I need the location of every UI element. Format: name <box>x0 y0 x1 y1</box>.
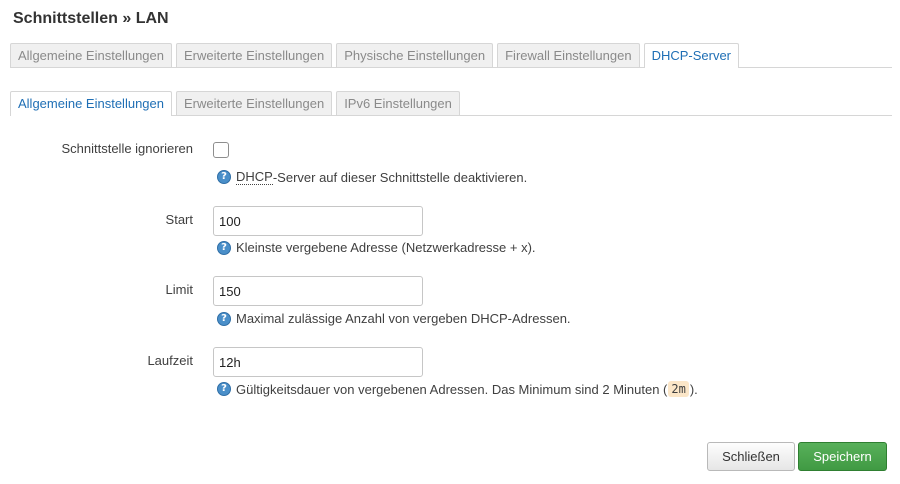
close-button[interactable]: Schließen <box>707 442 795 471</box>
leasetime-minimum-code: 2m <box>668 381 689 397</box>
help-icon: ? <box>217 382 231 396</box>
ignore-interface-hint-text: -Server auf dieser Schnittstelle deaktiv… <box>272 169 528 185</box>
save-button[interactable]: Speichern <box>798 442 887 471</box>
limit-hint: ? Maximal zulässige Anzahl von vergeben … <box>217 311 571 326</box>
ignore-interface-checkbox[interactable] <box>213 142 229 158</box>
leasetime-hint-end: ). <box>689 381 698 397</box>
dialog-title: Schnittstellen » LAN <box>13 10 169 27</box>
subtab-advanced-settings[interactable]: Erweiterte Einstellungen <box>175 91 333 115</box>
tab-dhcp-server[interactable]: DHCP-Server <box>643 43 740 68</box>
leasetime-input[interactable] <box>213 347 423 377</box>
help-icon: ? <box>217 170 231 184</box>
subtab-general-settings[interactable]: Allgemeine Einstellungen <box>10 91 172 116</box>
start-hint: ? Kleinste vergebene Adresse (Netzwerkad… <box>217 240 536 255</box>
limit-input[interactable] <box>213 276 423 306</box>
start-hint-text: Kleinste vergebene Adresse (Netzwerkadre… <box>236 240 536 255</box>
tab-advanced-settings[interactable]: Erweiterte Einstellungen <box>175 43 333 67</box>
start-input[interactable] <box>213 206 423 236</box>
ignore-interface-hint: ? DHCP -Server auf dieser Schnittstelle d… <box>217 169 527 185</box>
leasetime-hint: ? Gültigkeitsdauer von vergebenen Adress… <box>217 381 698 397</box>
help-icon: ? <box>217 240 231 255</box>
sub-tab-bar: Allgemeine Einstellungen Erweiterte Eins… <box>10 90 892 116</box>
main-tab-bar: Allgemeine Einstellungen Erweiterte Eins… <box>10 42 892 68</box>
start-label: Start <box>165 212 193 227</box>
limit-label: Limit <box>165 282 193 297</box>
tab-physical-settings[interactable]: Physische Einstellungen <box>336 43 494 67</box>
leasetime-hint-text: Gültigkeitsdauer von vergebenen Adressen… <box>236 381 668 397</box>
help-icon: ? <box>217 311 231 326</box>
dhcp-abbreviation: DHCP <box>236 169 273 185</box>
tab-general-settings[interactable]: Allgemeine Einstellungen <box>10 43 172 67</box>
ignore-interface-label: Schnittstelle ignorieren <box>61 141 193 156</box>
tab-firewall-settings[interactable]: Firewall Einstellungen <box>497 43 640 67</box>
subtab-ipv6-settings[interactable]: IPv6 Einstellungen <box>336 91 460 115</box>
leasetime-label: Laufzeit <box>147 353 193 368</box>
limit-hint-text: Maximal zulässige Anzahl von vergeben DH… <box>236 311 571 326</box>
